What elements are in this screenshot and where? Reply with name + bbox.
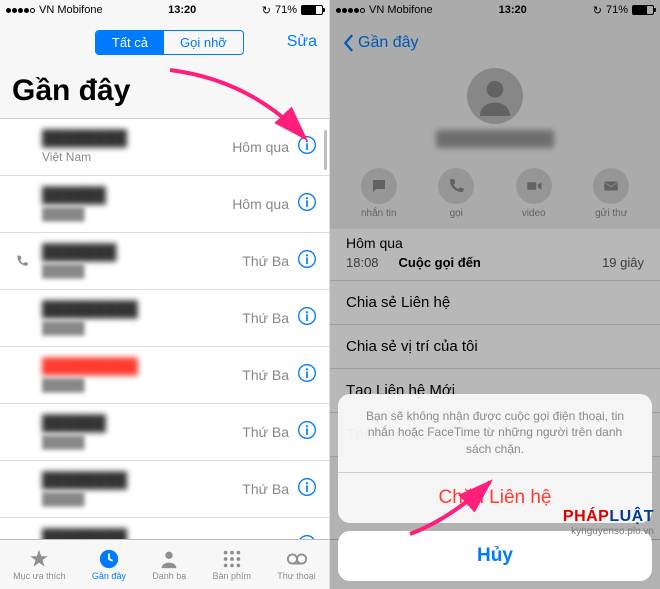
- info-button[interactable]: [297, 135, 317, 160]
- contact-name: ███████: [42, 244, 116, 261]
- contact-sub: █████: [42, 435, 242, 449]
- action-sheet: Bạn sẽ không nhận được cuộc gọi điện tho…: [338, 394, 652, 581]
- tab-contacts[interactable]: Danh bạ: [152, 548, 186, 581]
- recents-row[interactable]: ████████ █████ Thứ Ba: [0, 461, 329, 518]
- contact-name: ████████: [42, 472, 127, 489]
- call-time: Thứ Ba: [242, 367, 289, 383]
- recents-row[interactable]: ██████ █████ Hôm qua: [0, 176, 329, 233]
- recents-list[interactable]: ████████ Việt Nam Hôm qua ██████ █████ H…: [0, 119, 329, 575]
- contact-sub: Việt Nam: [42, 150, 232, 164]
- segmented-control[interactable]: Tất cả Gọi nhỡ: [95, 30, 244, 55]
- status-bar: VN Mobifone 13:20 ↻ 71%: [0, 0, 329, 20]
- tab-recents[interactable]: Gần đây: [92, 548, 126, 581]
- cancel-button[interactable]: Hủy: [338, 531, 652, 581]
- info-button[interactable]: [297, 306, 317, 331]
- scroll-indicator: [324, 130, 327, 170]
- contact-sub: █████: [42, 321, 242, 335]
- contact-sub: █████: [42, 492, 242, 506]
- watermark: PHÁPLUẬT kynguyenso.plo.vn: [563, 508, 654, 537]
- info-button[interactable]: [297, 420, 317, 445]
- info-button[interactable]: [297, 477, 317, 502]
- call-time: Hôm qua: [232, 139, 289, 155]
- sheet-message: Bạn sẽ không nhận được cuộc gọi điện tho…: [338, 394, 652, 473]
- call-time: Thứ Ba: [242, 481, 289, 497]
- contact-sub: █████: [42, 378, 242, 392]
- tab-favorites[interactable]: Mục ưa thích: [13, 548, 66, 581]
- contact-name: ██████: [42, 187, 106, 204]
- contact-sub: █████: [42, 264, 242, 278]
- seg-missed[interactable]: Gọi nhỡ: [164, 31, 243, 54]
- recents-row[interactable]: ██████ █████ Thứ Ba: [0, 404, 329, 461]
- recents-row[interactable]: █████████ █████ Thứ Ba: [0, 290, 329, 347]
- contact-sub: █████: [42, 207, 232, 221]
- info-button[interactable]: [297, 249, 317, 274]
- recents-row[interactable]: ███████ █████ Thứ Ba: [0, 233, 329, 290]
- call-time: Thứ Ba: [242, 424, 289, 440]
- carrier-label: VN Mobifone: [39, 4, 103, 16]
- outgoing-icon: [15, 254, 29, 268]
- contact-name: ████████: [42, 130, 127, 147]
- contact-name: █████████: [42, 358, 138, 375]
- recents-row[interactable]: ████████ Việt Nam Hôm qua: [0, 119, 329, 176]
- tab-bar: Mục ưa thích Gần đây Danh bạ Bàn phím Th…: [0, 539, 329, 589]
- info-button[interactable]: [297, 192, 317, 217]
- tab-keypad[interactable]: Bàn phím: [212, 548, 251, 581]
- battery-label: 71%: [275, 4, 297, 16]
- contact-name: █████████: [42, 301, 138, 318]
- status-time: 13:20: [168, 4, 196, 16]
- call-time: Thứ Ba: [242, 310, 289, 326]
- edit-button[interactable]: Sửa: [287, 33, 317, 51]
- call-time: Hôm qua: [232, 196, 289, 212]
- info-button[interactable]: [297, 363, 317, 388]
- contact-name: ██████: [42, 415, 106, 432]
- page-title: Gần đây: [12, 74, 317, 108]
- tab-voicemail[interactable]: Thư thoại: [277, 548, 316, 581]
- call-time: Thứ Ba: [242, 253, 289, 269]
- recents-row[interactable]: █████████ █████ Thứ Ba: [0, 347, 329, 404]
- nav-bar: Tất cả Gọi nhỡ Sửa Gần đây: [0, 20, 329, 119]
- seg-all[interactable]: Tất cả: [96, 31, 164, 54]
